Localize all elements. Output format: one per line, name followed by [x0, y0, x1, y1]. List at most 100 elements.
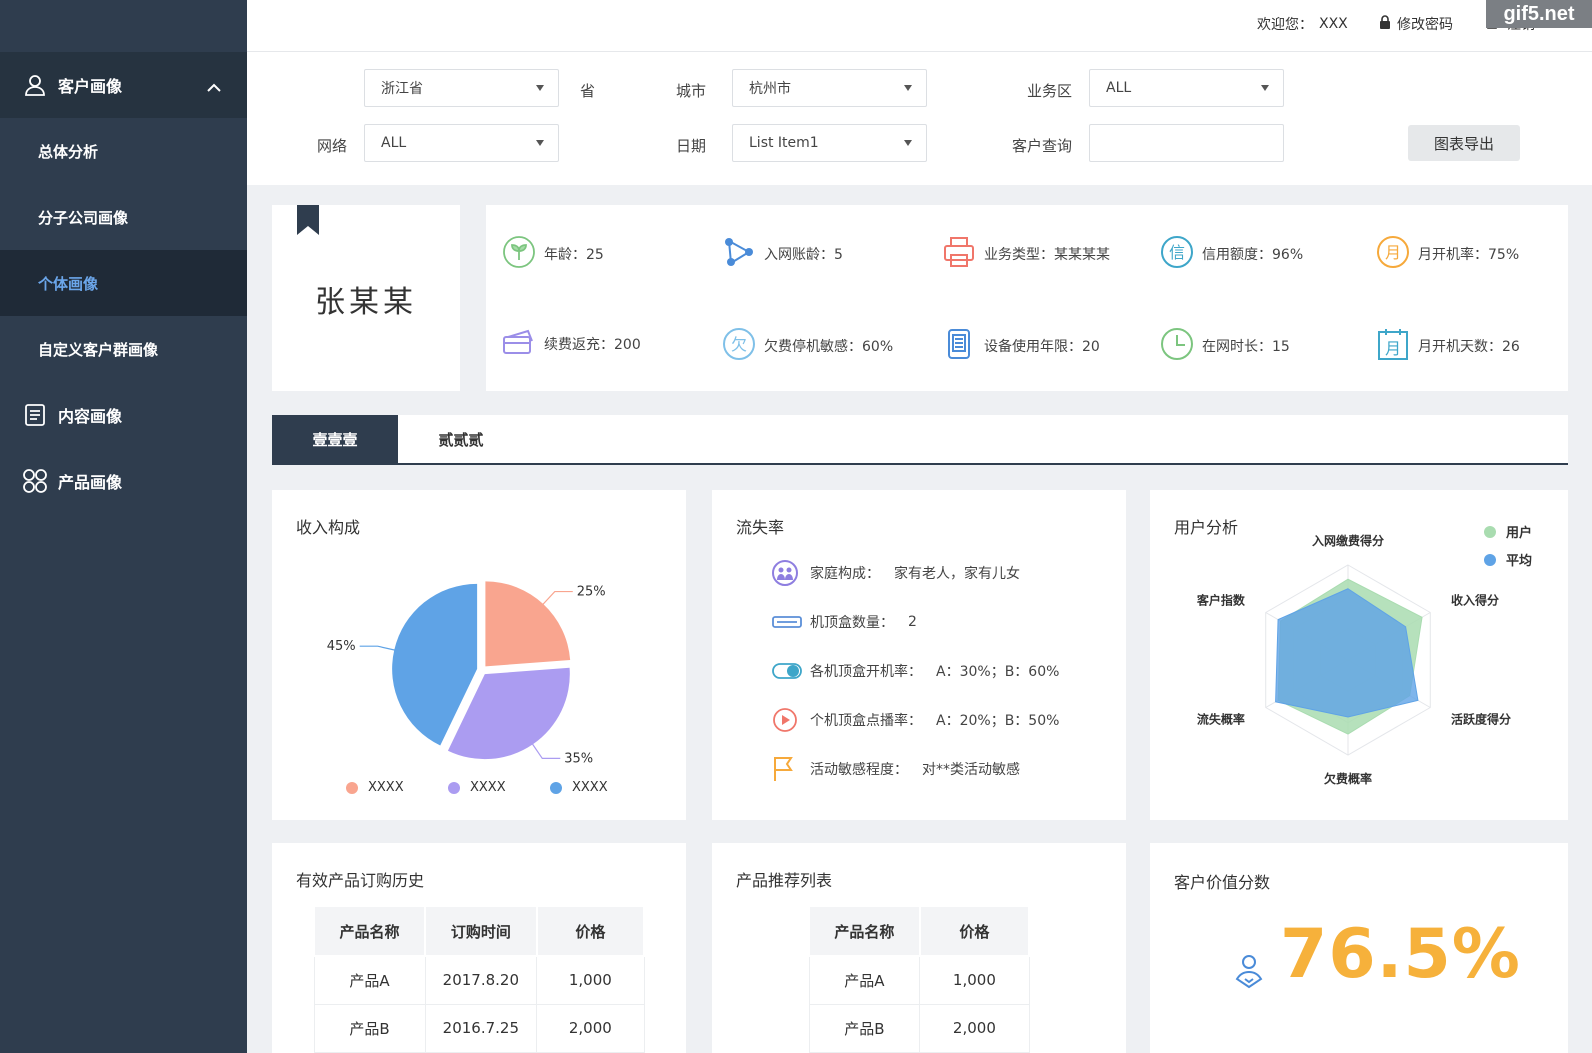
churn-title: 流失率 — [736, 518, 785, 537]
radar-legend-item: 平均 — [1484, 550, 1532, 569]
card-icon — [502, 327, 536, 361]
table-header-cell: 订购时间 — [424, 905, 538, 957]
sidebar-group-customer-profile[interactable]: 客户画像 — [0, 52, 247, 118]
document-icon — [22, 402, 48, 428]
customer-query-input[interactable] — [1089, 124, 1284, 162]
pie-legend-label: XXXX — [368, 780, 404, 795]
order-history-title: 有效产品订购历史 — [296, 871, 425, 890]
svg-text:月: 月 — [1385, 339, 1401, 358]
tab-label: 壹壹壹 — [312, 430, 358, 449]
user-badge-icon — [1234, 953, 1264, 993]
city-select[interactable]: 杭州市 — [732, 69, 927, 107]
sidebar-item-individual-profile[interactable]: 个体画像 — [0, 250, 247, 316]
churn-row-label: 活动敏感程度： — [810, 762, 908, 778]
attr-online-duration-label: 在网时长：15 — [1202, 339, 1290, 355]
network-value: ALL — [381, 135, 407, 151]
attr-monthly-boot-rate: 月 月开机率：75% — [1376, 235, 1519, 273]
network-select[interactable]: ALL — [364, 124, 559, 162]
pie-value-label: 25% — [577, 585, 606, 600]
flag-icon — [772, 756, 802, 782]
attr-business-type-label: 业务类型：某某某某 — [984, 247, 1110, 263]
date-label: 日期 — [675, 137, 706, 155]
legend-dot — [550, 781, 562, 794]
table-cell: 2017.8.20 — [424, 955, 538, 1005]
pie-value-label: 45% — [327, 639, 356, 654]
area-value: ALL — [1106, 80, 1132, 96]
province-select[interactable]: 浙江省 — [364, 69, 559, 107]
attr-account-age-label: 入网账龄：5 — [764, 247, 843, 263]
topbar: 欢迎您： XXX 修改密码 注销 — [247, 0, 1592, 52]
table-row: 产品A 2017.8.20 1,000 — [313, 955, 645, 1005]
table-row: 产品A 1,000 — [808, 955, 1030, 1005]
toggle-icon — [772, 658, 802, 684]
date-select[interactable]: List Item1 — [732, 124, 927, 162]
churn-row-value: 对**类活动敏感 — [922, 762, 1020, 778]
churn-row-value: 家有老人，家有儿女 — [894, 566, 1020, 582]
user-icon — [22, 72, 48, 98]
pie-legend-item: XXXX — [550, 780, 608, 795]
churn-row-vod-rate: 个机顶盒点播率： A：20%；B：50% — [772, 707, 1059, 733]
churn-row-value: A：30%；B：60% — [936, 664, 1060, 680]
pie-value-label: 35% — [564, 751, 593, 766]
churn-row-label: 个机顶盒点播率： — [810, 713, 922, 729]
sidebar-group-product-profile[interactable]: 产品画像 — [0, 448, 247, 514]
sidebar-group-content-profile[interactable]: 内容画像 — [0, 382, 247, 448]
radar-axis-label: 活跃度得分 — [1451, 712, 1511, 727]
table-cell: 1,000 — [536, 955, 645, 1005]
attr-account-age: 入网账龄：5 — [722, 235, 843, 273]
value-score-number: 76.5% — [1280, 915, 1521, 994]
churn-row-family: 家庭构成： 家有老人，家有儿女 — [772, 560, 1020, 586]
area-select[interactable]: ALL — [1089, 69, 1284, 107]
attr-monthly-boot-rate-label: 月开机率：75% — [1418, 247, 1520, 263]
tab-first[interactable]: 壹壹壹 — [272, 415, 398, 463]
tab-second[interactable]: 贰贰贰 — [398, 415, 524, 463]
radar-axis-label: 客户指数 — [1196, 593, 1246, 608]
attr-credit-label: 信用额度：96% — [1202, 247, 1304, 263]
chart-export-button[interactable]: 图表导出 — [1408, 125, 1520, 161]
table-header-row: 产品名称 订购时间 价格 — [312, 905, 646, 957]
order-history-card: 有效产品订购历史 产品名称 订购时间 价格 产品A 2017.8.20 1,00… — [272, 843, 686, 1053]
customer-name: 张某某 — [315, 285, 417, 320]
city-label: 城市 — [675, 82, 706, 100]
pie-leader-line — [540, 590, 573, 607]
caret-down-icon — [904, 85, 912, 91]
lock-icon — [1379, 15, 1391, 33]
sidebar-item-custom-group-profile[interactable]: 自定义客户群画像 — [0, 316, 247, 382]
table-cell: 产品A — [808, 955, 921, 1005]
legend-dot — [346, 781, 358, 794]
table-row: 产品B 2,000 — [808, 1003, 1030, 1053]
pie-slice — [485, 581, 571, 667]
attr-device-years-label: 设备使用年限：20 — [984, 339, 1100, 355]
table-header-cell: 价格 — [918, 905, 1031, 957]
order-history-table: 产品名称 订购时间 价格 产品A 2017.8.20 1,000 产品B 201… — [312, 905, 646, 1053]
attr-device-years: 设备使用年限：20 — [942, 327, 1100, 365]
province-value: 浙江省 — [381, 81, 423, 97]
value-score-title: 客户价值分数 — [1174, 873, 1271, 892]
network-label: 网络 — [316, 137, 347, 155]
churn-row-boot-rate: 各机顶盒开机率： A：30%；B：60% — [772, 658, 1059, 684]
legend-dot — [1484, 525, 1496, 538]
change-password-link[interactable]: 修改密码 — [1379, 14, 1453, 34]
pie-legend-label: XXXX — [572, 780, 608, 795]
radar-legend-label: 平均 — [1506, 554, 1533, 569]
svg-text:欠: 欠 — [731, 335, 747, 354]
churn-card: 流失率 家庭构成： 家有老人，家有儿女 机顶盒数量： 2 各机顶盒开机率： A：… — [712, 490, 1126, 820]
sidebar-item-subsidiary-profile[interactable]: 分子公司画像 — [0, 184, 247, 250]
bookmark-icon — [297, 205, 319, 239]
chart-export-label: 图表导出 — [1433, 134, 1494, 153]
value-score-card: 客户价值分数 76.5% — [1150, 843, 1568, 1053]
attr-online-duration: 在网时长：15 — [1160, 327, 1290, 365]
caret-down-icon — [904, 140, 912, 146]
svg-text:月: 月 — [1385, 243, 1401, 262]
family-icon — [772, 560, 802, 586]
sidebar-item-overall-analysis[interactable]: 总体分析 — [0, 118, 247, 184]
table-header-row: 产品名称 价格 — [808, 905, 1031, 957]
play-icon — [772, 707, 802, 733]
churn-row-activity: 活动敏感程度： 对**类活动敏感 — [772, 756, 1020, 782]
chevron-up-icon[interactable] — [207, 78, 221, 97]
profile-name-card: 张某某 — [272, 205, 460, 391]
device-icon — [942, 327, 976, 365]
user-name: XXX — [1319, 16, 1348, 32]
tab-label: 贰贰贰 — [438, 430, 484, 449]
churn-row-label: 各机顶盒开机率： — [810, 664, 922, 680]
